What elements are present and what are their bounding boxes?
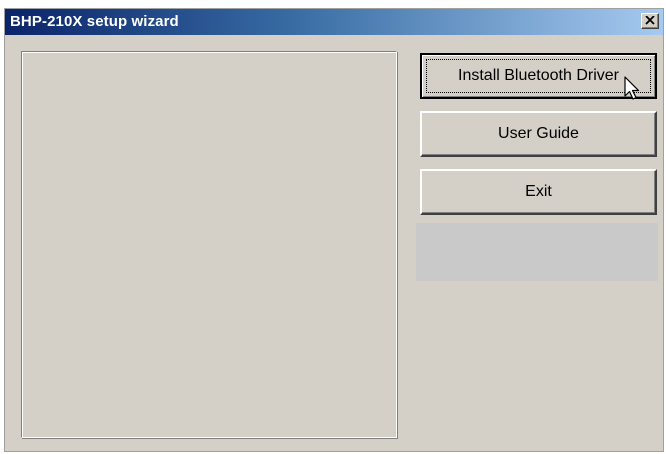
placeholder-area	[416, 223, 658, 281]
close-icon	[645, 16, 655, 25]
exit-button-label: Exit	[525, 183, 552, 200]
install-bluetooth-driver-button[interactable]: Install Bluetooth Driver	[420, 53, 657, 99]
title-bar[interactable]: BHP-210X setup wizard	[5, 9, 663, 35]
close-button[interactable]	[641, 13, 659, 29]
window-title: BHP-210X setup wizard	[10, 13, 179, 30]
user-guide-button-label: User Guide	[498, 125, 579, 142]
exit-button[interactable]: Exit	[420, 169, 657, 215]
setup-wizard-window: BHP-210X setup wizard Install Bluetooth …	[4, 8, 664, 452]
user-guide-button[interactable]: User Guide	[420, 111, 657, 157]
content-panel	[21, 51, 397, 438]
install-button-label: Install Bluetooth Driver	[458, 67, 619, 84]
mouse-pointer-icon	[624, 76, 640, 107]
